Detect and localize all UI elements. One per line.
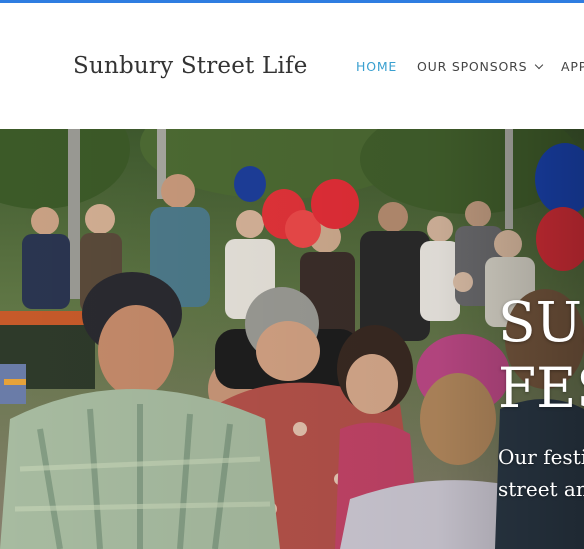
- site-title[interactable]: Sunbury Street Life: [73, 53, 308, 79]
- nav-our-sponsors-label: OUR SPONSORS: [417, 59, 528, 74]
- hero-banner: SUN FES Our festi street an: [0, 129, 584, 549]
- chevron-down-icon: [535, 60, 544, 70]
- nav-our-sponsors[interactable]: OUR SPONSORS: [417, 59, 544, 74]
- hero-title: SUN FES: [498, 289, 584, 421]
- nav-app[interactable]: APP: [561, 59, 584, 74]
- photo-overlay: [0, 129, 584, 549]
- nav-home[interactable]: HOME: [356, 59, 397, 74]
- site-header: Sunbury Street Life HOME OUR SPONSORS AP…: [0, 3, 584, 129]
- hero-title-line2: FES: [498, 356, 584, 420]
- hero-subtitle-line1: Our festi: [498, 445, 584, 469]
- hero-title-line1: SUN: [498, 290, 584, 354]
- hero-subtitle: Our festi street an: [498, 441, 584, 505]
- hero-subtitle-line2: street an: [498, 477, 584, 501]
- hero-crowd-photo: [0, 129, 584, 549]
